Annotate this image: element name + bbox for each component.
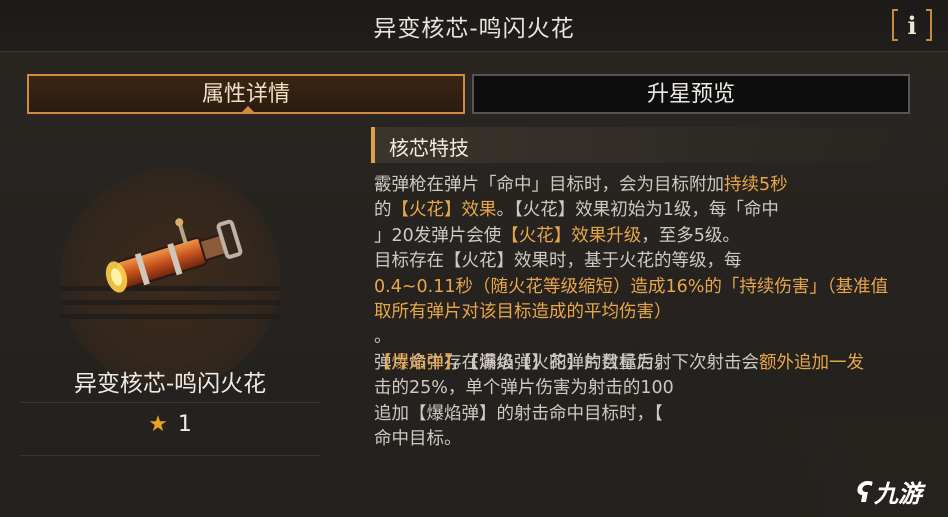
desc-line: 霰弹枪在弹片「命中」目标时，会为目标附加持续5秒 xyxy=(374,175,788,195)
divider xyxy=(20,455,320,456)
section-header: 核芯特技 xyxy=(371,127,931,163)
tab-star-upgrade-preview[interactable]: 升星预览 xyxy=(472,74,910,114)
desc-line: 」20发弹片会使【火花】效果升级，至多5级。 xyxy=(374,225,740,246)
backdrop-stripe xyxy=(60,300,280,305)
active-tab-indicator xyxy=(240,106,256,114)
core-item-icon xyxy=(105,218,243,293)
info-button[interactable]: i xyxy=(892,9,932,41)
core-detail-screen: 异变核芯-鸣闪火花 i 属性详情 升星预览 异变核芯-鸣闪火花 ★ 1 核芯特技… xyxy=(0,0,948,517)
star-rating: ★ 1 xyxy=(0,412,340,437)
tab-attribute-details[interactable]: 属性详情 xyxy=(27,74,465,114)
star-count: 1 xyxy=(177,412,192,437)
tab-attribute-details-label: 属性详情 xyxy=(201,82,290,107)
divider xyxy=(20,402,320,403)
page-title: 异变核芯-鸣闪火花 xyxy=(373,16,575,42)
star-icon: ★ xyxy=(148,412,168,437)
desc-line: 。 xyxy=(374,327,392,348)
section-title: 核芯特技 xyxy=(389,136,469,160)
desc-line: 目标存在【火花】效果时，基于火花的等级，每 xyxy=(374,251,742,272)
header-bar: 异变核芯-鸣闪火花 i xyxy=(0,0,948,52)
desc-line: 0.4~0.11秒（随火花等级缩短）造成16%的「持续伤害」（基准值取所有弹片对… xyxy=(374,276,889,323)
jiuyou-logo-icon: ʕ xyxy=(856,476,873,509)
watermark-text: 九游 xyxy=(874,480,923,508)
watermark: ʕ九游 xyxy=(856,474,922,510)
backdrop-stripe xyxy=(60,314,280,319)
info-bracket-right xyxy=(926,9,932,41)
tab-star-upgrade-preview-label: 升星预览 xyxy=(646,82,735,107)
skill-description: 霰弹枪在弹片「命中」目标时，会为目标附加持续5秒 的【火花】效果。【火花】效果初… xyxy=(374,173,934,452)
item-name: 异变核芯-鸣闪火花 xyxy=(73,371,267,397)
desc-line: 击的25%，单个弹片伤害为射击的100 xyxy=(374,378,674,399)
desc-line: 的【火花】效果。【火花】效果初始为1级，每「命中 xyxy=(374,200,779,221)
